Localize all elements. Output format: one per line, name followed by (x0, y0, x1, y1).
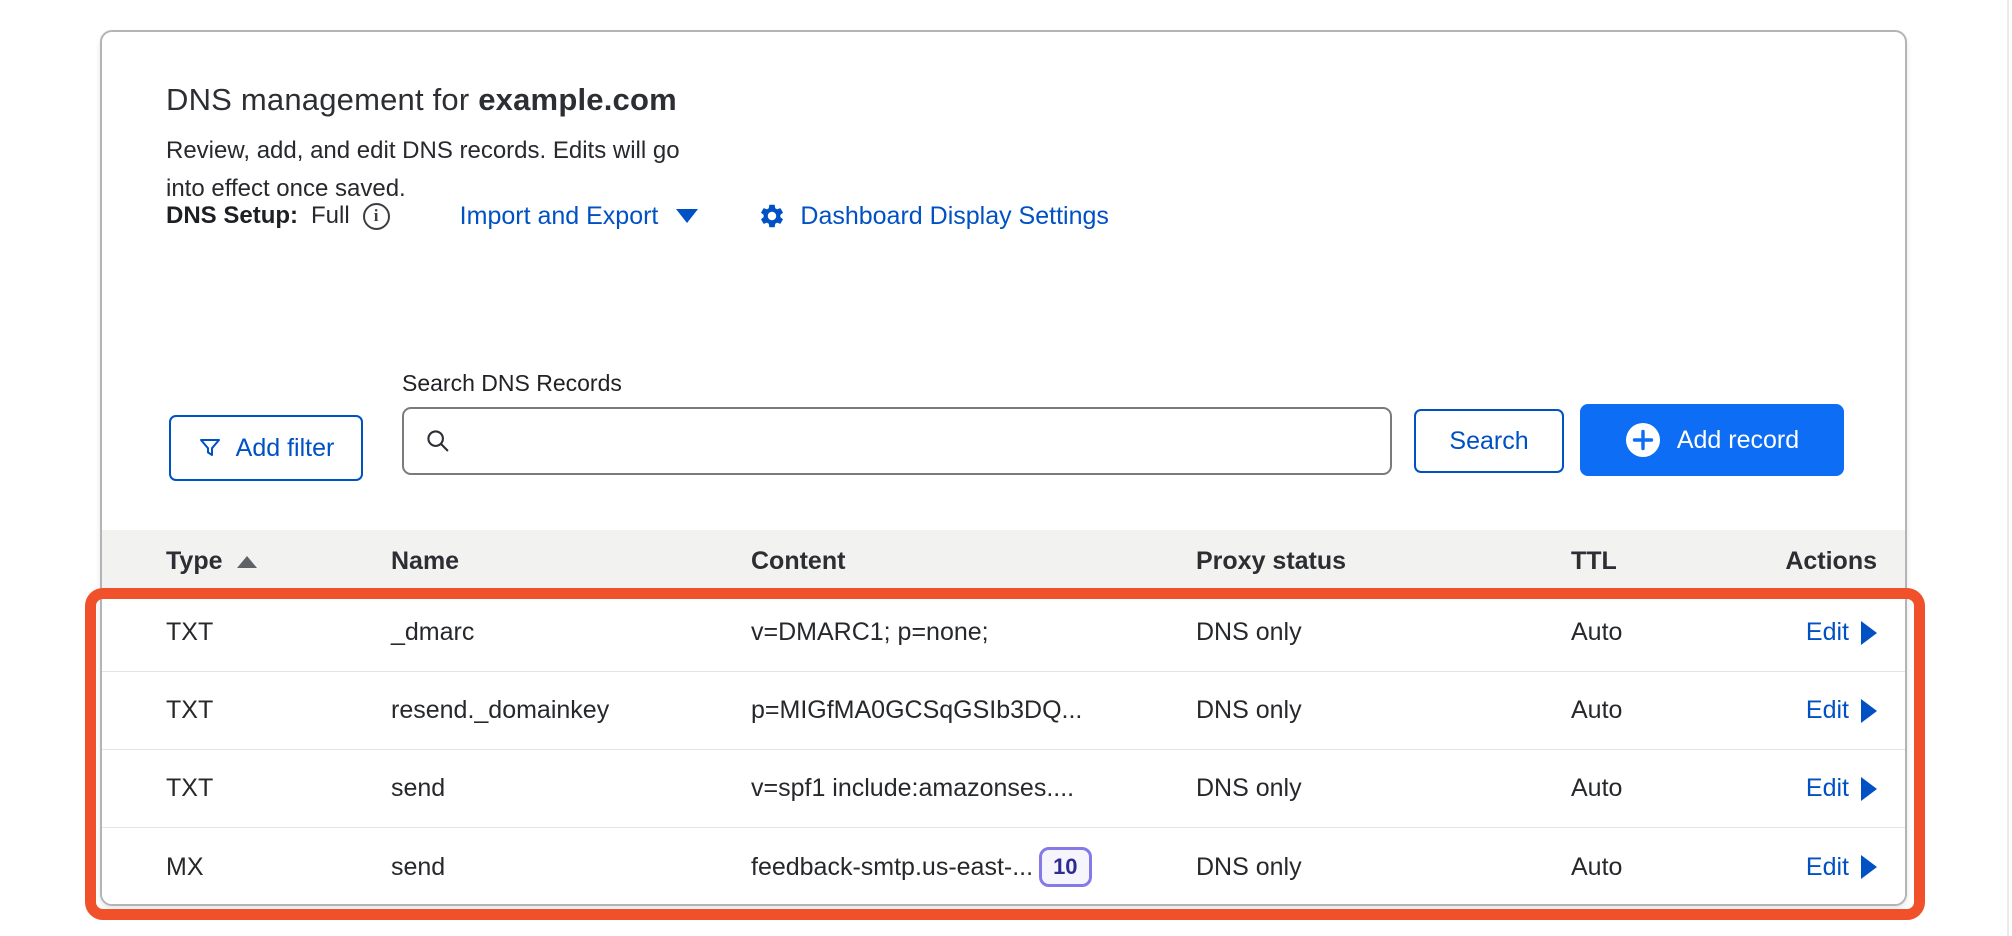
domain-name: example.com (478, 82, 677, 117)
import-export-label: Import and Export (460, 202, 659, 231)
dns-setup-label: DNS Setup: (166, 202, 298, 230)
cell-type: MX (166, 853, 391, 882)
dns-management-card: DNS management for example.com Review, a… (100, 30, 1907, 906)
page-title: DNS management for example.com (166, 82, 677, 118)
chevron-right-icon (1861, 621, 1877, 645)
add-filter-label: Add filter (236, 434, 335, 463)
add-record-label: Add record (1677, 426, 1799, 455)
add-filter-button[interactable]: Add filter (169, 415, 363, 481)
cell-type: TXT (166, 618, 391, 647)
edit-label: Edit (1806, 618, 1849, 647)
edit-label: Edit (1806, 853, 1849, 882)
page: DNS management for example.com Review, a… (0, 0, 2012, 936)
edit-label: Edit (1806, 696, 1849, 725)
column-header-ttl[interactable]: TTL (1571, 547, 1766, 576)
table-row: TXT _dmarc v=DMARC1; p=none; DNS only Au… (102, 594, 1905, 672)
search-label: Search DNS Records (402, 370, 622, 397)
edit-record-link[interactable]: Edit (1806, 696, 1877, 725)
cell-proxy-status: DNS only (1196, 774, 1571, 803)
cell-content: p=MIGfMA0GCSqGSIb3DQ... (751, 696, 1196, 725)
import-export-link[interactable]: Import and Export (460, 202, 699, 231)
cell-content-text: feedback-smtp.us-east-... (751, 853, 1033, 882)
cell-name: resend._domainkey (391, 696, 751, 725)
search-input[interactable] (468, 409, 1370, 473)
chevron-right-icon (1861, 855, 1877, 879)
table-body: TXT _dmarc v=DMARC1; p=none; DNS only Au… (102, 594, 1905, 906)
edit-record-link[interactable]: Edit (1806, 853, 1877, 882)
plus-circle-icon (1625, 422, 1661, 458)
page-title-prefix: DNS management for (166, 82, 469, 117)
cell-content: v=spf1 include:amazonses.... (751, 774, 1196, 803)
sort-ascending-icon (237, 556, 257, 568)
dns-setup-row: DNS Setup: Full i Import and Export Dash… (166, 194, 1109, 238)
filter-funnel-icon (198, 436, 222, 460)
cell-ttl: Auto (1571, 618, 1766, 647)
dns-setup-value: Full (311, 202, 350, 230)
cell-proxy-status: DNS only (1196, 618, 1571, 647)
cell-name: _dmarc (391, 618, 751, 647)
table-row: TXT send v=spf1 include:amazonses.... DN… (102, 750, 1905, 828)
search-button-label: Search (1449, 427, 1528, 456)
mx-priority-badge: 10 (1039, 847, 1091, 887)
chevron-down-icon (676, 209, 698, 223)
cell-ttl: Auto (1571, 774, 1766, 803)
cell-content: v=DMARC1; p=none; (751, 618, 1196, 647)
dashboard-display-settings-label: Dashboard Display Settings (800, 202, 1109, 231)
table-header-row: Type Name Content Proxy status TTL Actio… (102, 530, 1905, 594)
column-header-type-label: Type (166, 547, 223, 576)
table-row: MX send feedback-smtp.us-east-... 10 DNS… (102, 828, 1905, 906)
column-header-type[interactable]: Type (166, 547, 391, 576)
cell-name: send (391, 853, 751, 882)
chevron-right-icon (1861, 777, 1877, 801)
column-header-proxy-status[interactable]: Proxy status (1196, 547, 1571, 576)
info-icon[interactable]: i (363, 203, 390, 230)
cell-type: TXT (166, 774, 391, 803)
add-record-button[interactable]: Add record (1580, 404, 1844, 476)
search-icon (424, 427, 452, 455)
gear-icon (758, 202, 786, 230)
cell-ttl: Auto (1571, 853, 1766, 882)
cell-type: TXT (166, 696, 391, 725)
edit-record-link[interactable]: Edit (1806, 618, 1877, 647)
column-header-content[interactable]: Content (751, 547, 1196, 576)
search-box[interactable] (402, 407, 1392, 475)
cell-name: send (391, 774, 751, 803)
edit-record-link[interactable]: Edit (1806, 774, 1877, 803)
edit-label: Edit (1806, 774, 1849, 803)
cell-content: feedback-smtp.us-east-... 10 (751, 847, 1196, 887)
dashboard-display-settings-link[interactable]: Dashboard Display Settings (758, 202, 1109, 231)
cell-proxy-status: DNS only (1196, 696, 1571, 725)
cell-proxy-status: DNS only (1196, 853, 1571, 882)
table-row: TXT resend._domainkey p=MIGfMA0GCSqGSIb3… (102, 672, 1905, 750)
cell-ttl: Auto (1571, 696, 1766, 725)
chevron-right-icon (1861, 699, 1877, 723)
column-header-name[interactable]: Name (391, 547, 751, 576)
page-edge-divider (2007, 0, 2009, 936)
search-button[interactable]: Search (1414, 409, 1564, 473)
column-header-actions: Actions (1766, 547, 1877, 576)
